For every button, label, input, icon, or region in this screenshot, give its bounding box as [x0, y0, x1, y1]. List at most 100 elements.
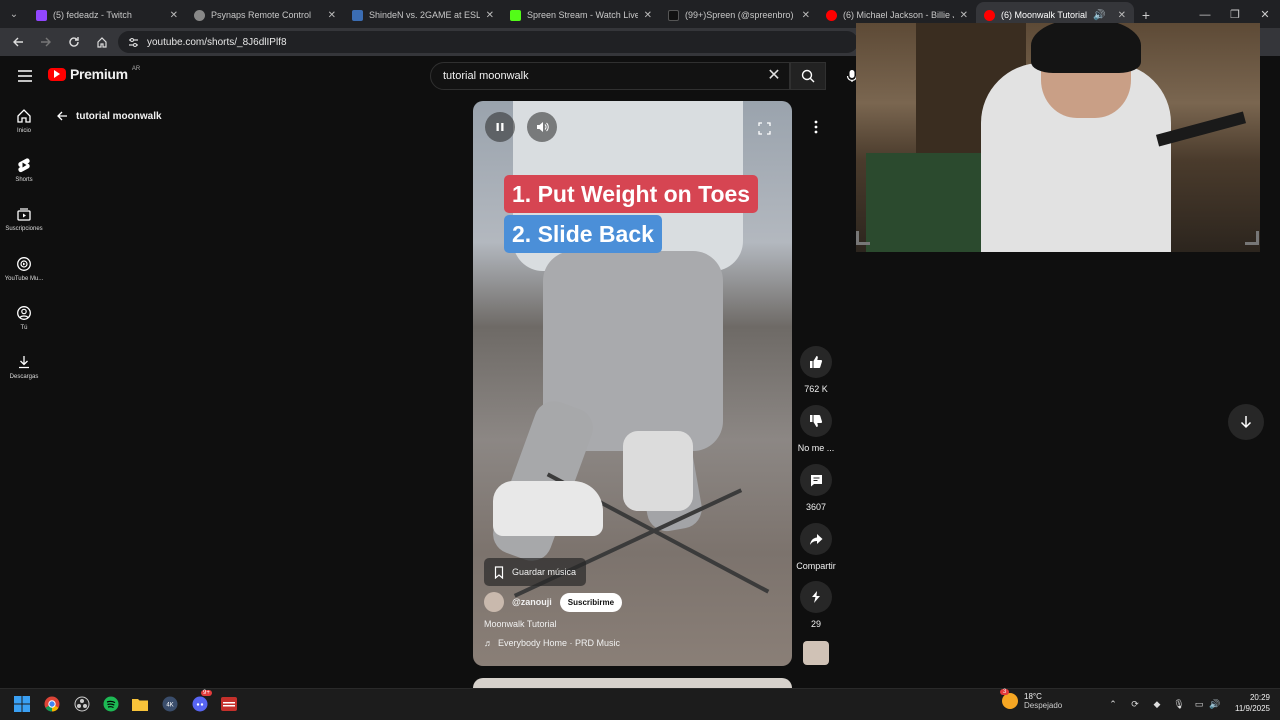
save-music-label: Guardar música [512, 567, 577, 577]
video-caption-step-2: 2. Slide Back [504, 215, 662, 253]
arrow-left-icon[interactable] [56, 110, 68, 122]
short-title[interactable]: Moonwalk Tutorial [484, 619, 557, 629]
guide-item-home[interactable]: Inicio [0, 108, 48, 134]
dislike-label: No me ... [797, 443, 835, 453]
logo-text: Premium [70, 66, 128, 82]
more-vert-icon [814, 120, 818, 134]
file-explorer-taskbar-icon[interactable] [130, 694, 150, 714]
downloads-icon [19, 356, 29, 369]
microphone-icon[interactable]: 🎙 [1173, 698, 1185, 710]
youtube-music-icon [17, 257, 31, 271]
channel-name[interactable]: @zanouji [512, 597, 552, 607]
tab-title: (6) Michael Jackson - Billie Jean [843, 10, 954, 20]
close-tab-icon[interactable]: ✕ [1118, 10, 1126, 21]
address-bar[interactable]: youtube.com/shorts/_8J6dlIPlf8 [118, 31, 858, 53]
close-tab-icon[interactable]: ✕ [644, 10, 652, 21]
more-options-button[interactable] [802, 113, 830, 141]
you-icon [17, 306, 31, 320]
globe-favicon-icon [194, 9, 205, 21]
guide-label: Shorts [15, 177, 33, 183]
close-tab-icon[interactable]: ✕ [328, 10, 336, 21]
clock-date: 11/9/2025 [1235, 704, 1270, 713]
comments-button[interactable]: 3607 [796, 464, 836, 512]
home-icon [17, 109, 31, 123]
guide-item-subscriptions[interactable]: Suscripciones [0, 206, 48, 232]
close-tab-icon[interactable]: ✕ [960, 10, 968, 21]
discord-taskbar-icon[interactable]: 9+ [190, 690, 212, 714]
sync-icon[interactable]: ⟳ [1129, 698, 1141, 710]
save-music-button[interactable]: Guardar música [484, 558, 587, 586]
webcam-person-cap [1031, 23, 1141, 73]
browser-tab-1[interactable]: (5) fedeadz - Twitch ✕ [28, 2, 186, 28]
clear-search-icon[interactable]: ✕ [764, 68, 784, 86]
browser-tab-2[interactable]: Psynaps Remote Control ✕ [186, 2, 344, 28]
url-text: youtube.com/shorts/_8J6dlIPlf8 [147, 36, 287, 48]
shorts-back-header[interactable]: tutorial moonwalk [56, 110, 162, 122]
video-frame-shoe [623, 431, 693, 511]
4k-video-downloader-taskbar-icon[interactable]: 4K [160, 694, 180, 714]
browser-tab-3[interactable]: ShindeN vs. 2GAME at ESL Cha ✕ [344, 2, 502, 28]
hamburger-menu-icon[interactable] [14, 67, 36, 85]
guide-label: Inicio [16, 128, 31, 134]
webcam-frame-corner [1245, 231, 1259, 245]
guide-item-shorts[interactable]: Shorts [0, 157, 48, 183]
weather-widget[interactable]: 3 18°C Despejado [1000, 689, 1062, 710]
search-input[interactable]: tutorial moonwalk [430, 62, 790, 90]
share-icon [810, 533, 823, 545]
music-text: Everybody Home · PRD Music [498, 638, 621, 648]
volume-button[interactable] [527, 112, 557, 142]
video-frame-shoe [493, 481, 603, 536]
obs-taskbar-icon[interactable] [72, 694, 92, 714]
search-button[interactable] [790, 62, 826, 90]
video-caption-step-1: 1. Put Weight on Toes [504, 175, 759, 213]
home-icon[interactable] [90, 30, 114, 54]
fullscreen-button[interactable] [754, 118, 774, 138]
taskbar-clock[interactable]: 20:29 11/9/2025 [1226, 692, 1270, 714]
next-short-button[interactable] [1228, 404, 1264, 440]
close-tab-icon[interactable]: ✕ [170, 10, 178, 21]
app-taskbar-icon[interactable] [219, 694, 239, 714]
channel-avatar[interactable] [484, 592, 504, 612]
tab-title: Spreen Stream - Watch Live on [527, 10, 638, 20]
guide-item-downloads[interactable]: Descargas [0, 354, 48, 380]
youtube-premium-logo[interactable]: Premium AR [48, 66, 140, 82]
chevron-up-icon[interactable]: ⌃ [1107, 698, 1119, 710]
shorts-search-title: tutorial moonwalk [76, 110, 162, 122]
pause-button[interactable] [485, 112, 515, 142]
chrome-taskbar-icon[interactable] [42, 694, 62, 714]
volume-icon[interactable]: 🔊 [1209, 698, 1221, 710]
search-input-value: tutorial moonwalk [443, 70, 529, 82]
spotify-taskbar-icon[interactable] [101, 694, 121, 714]
dislike-button[interactable]: No me ... [796, 405, 836, 453]
music-link[interactable]: ♬ Everybody Home · PRD Music [484, 638, 620, 648]
guide-item-you[interactable]: Tú [0, 305, 48, 331]
site-info-icon[interactable] [128, 37, 139, 48]
back-icon[interactable] [6, 30, 30, 54]
kick-favicon-icon [510, 9, 521, 21]
music-note-icon: ♬ [484, 638, 493, 648]
sound-thumbnail[interactable] [803, 641, 829, 665]
shield-icon[interactable]: ◆ [1151, 698, 1163, 710]
close-tab-icon[interactable]: ✕ [802, 10, 810, 21]
tab-search-button[interactable]: ⌄ [0, 0, 28, 28]
remix-button[interactable]: 29 [796, 581, 836, 629]
forward-icon[interactable] [34, 30, 58, 54]
share-button[interactable]: Compartir [796, 523, 836, 571]
weather-sun-icon [1002, 693, 1018, 709]
webcam-background [866, 153, 986, 252]
guide-item-youtube-music[interactable]: YouTube Mu... [0, 256, 48, 282]
remix-icon [812, 591, 820, 603]
close-tab-icon[interactable]: ✕ [486, 10, 494, 21]
bookmark-icon [494, 565, 504, 579]
tab-audio-icon[interactable]: 🔊 [1093, 10, 1105, 21]
subscribe-button[interactable]: Suscribirme [559, 592, 623, 612]
reload-icon[interactable] [62, 30, 86, 54]
guide-label: Suscripciones [5, 226, 43, 232]
monitor-icon[interactable]: ▭ [1193, 698, 1205, 710]
thumbs-down-icon [810, 415, 823, 427]
windows-start-icon[interactable] [12, 694, 32, 714]
browser-tab-5[interactable]: (99+)Spreen (@spreenbro) ofic ✕ [660, 2, 818, 28]
like-button[interactable]: 762 K [796, 346, 836, 394]
guide-label: Tú [20, 325, 28, 331]
browser-tab-4[interactable]: Spreen Stream - Watch Live on ✕ [502, 2, 660, 28]
